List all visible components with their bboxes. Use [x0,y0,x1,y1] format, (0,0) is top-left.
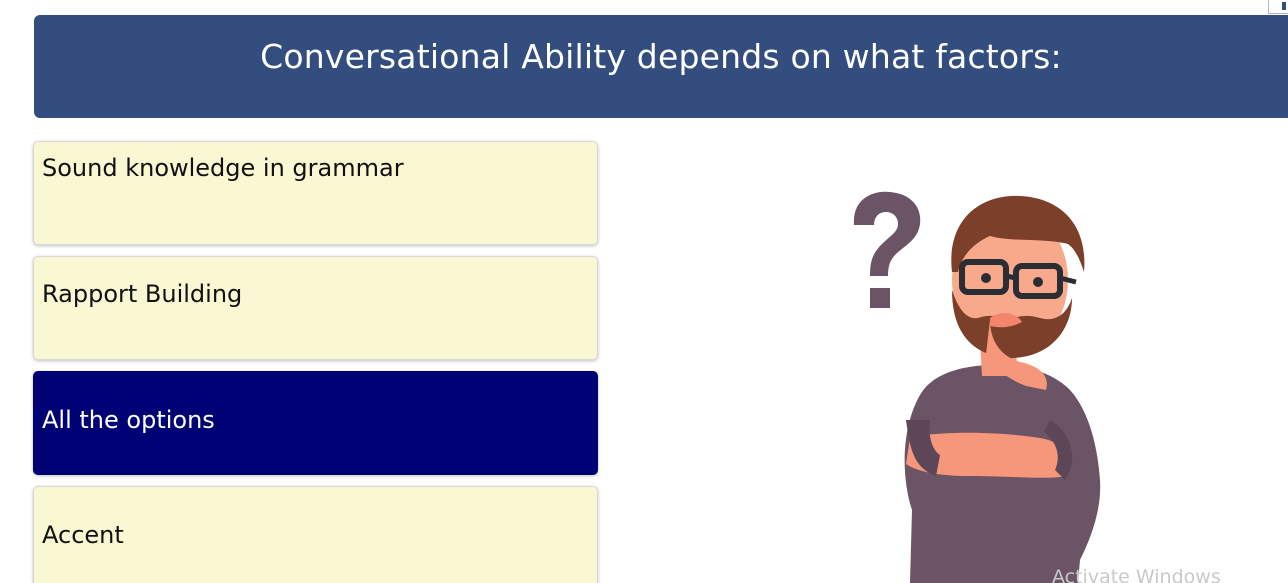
question-title: Conversational Ability depends on what f… [260,37,1062,76]
question-header: Conversational Ability depends on what f… [34,15,1288,118]
quiz-slide: Conversational Ability depends on what f… [0,0,1288,583]
answer-option-all-selected[interactable]: All the options [33,371,598,475]
answer-option-label: All the options [42,406,215,434]
question-mark-icon [853,191,921,276]
corner-scroll-icon[interactable] [1268,0,1288,14]
answer-option-label: Rapport Building [42,280,243,308]
answer-option-rapport[interactable]: Rapport Building [33,256,598,360]
answer-option-label: Sound knowledge in grammar [42,154,404,182]
answer-option-grammar[interactable]: Sound knowledge in grammar [33,141,598,245]
answer-option-accent[interactable]: Accent [33,486,598,583]
thinking-man-question-mark-icon [853,191,1101,583]
answer-option-label: Accent [42,521,124,549]
activate-windows-watermark: Activate Windows [1052,566,1221,583]
